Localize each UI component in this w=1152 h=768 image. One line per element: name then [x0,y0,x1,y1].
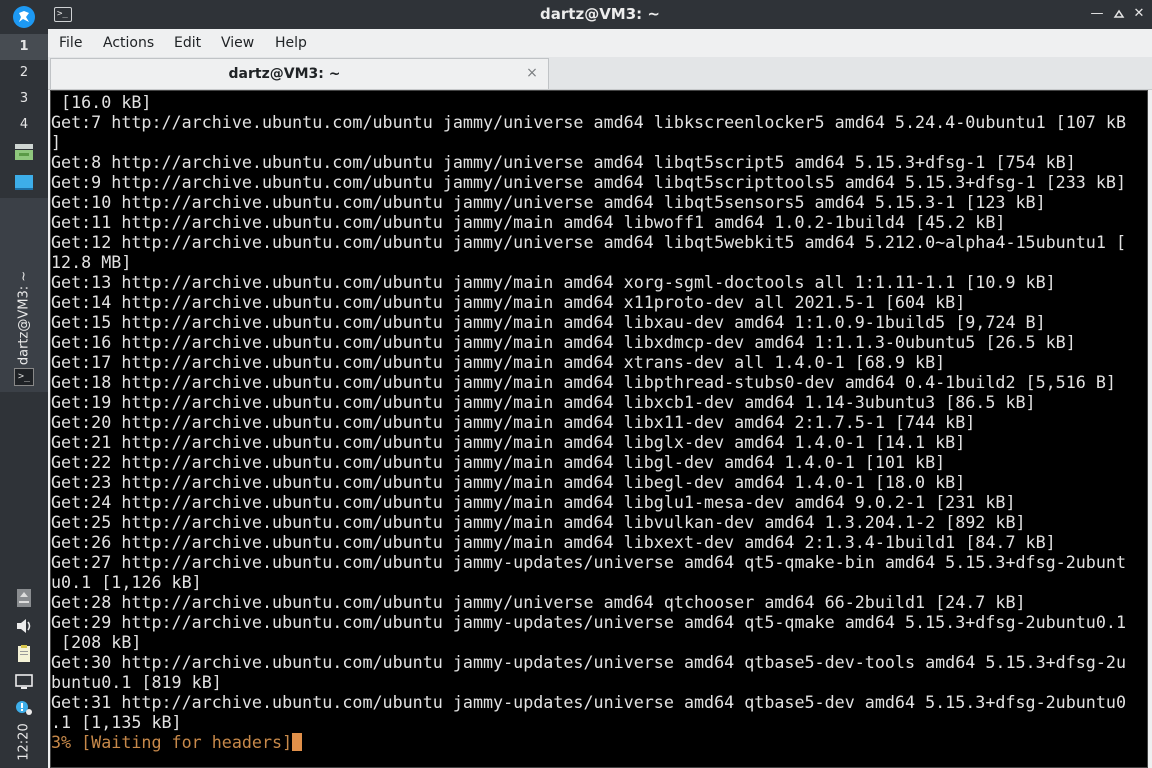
terminal-cursor [292,733,303,751]
workspace-3[interactable]: 3 [0,86,48,112]
terminal-line: Get:21 http://archive.ubuntu.com/ubuntu … [51,432,966,452]
terminal-line: Get:27 http://archive.ubuntu.com/ubuntu … [51,552,1126,572]
network-icon[interactable] [13,672,35,692]
menu-file[interactable]: File [57,29,84,57]
clock[interactable]: 12:20 [17,723,32,760]
title-bar[interactable]: >_ dartz@VM3: ~ — ✕ [48,0,1152,29]
terminal-line: Get:13 http://archive.ubuntu.com/ubuntu … [51,272,1056,292]
terminal-line: Get:15 http://archive.ubuntu.com/ubuntu … [51,312,1046,332]
terminal-line: u0.1 [1,126 kB] [51,572,202,592]
maximize-icon[interactable] [1110,5,1128,23]
tab-close-icon[interactable]: × [524,65,540,81]
terminal-line: Get:7 http://archive.ubuntu.com/ubuntu j… [51,112,1126,132]
close-icon[interactable]: ✕ [1130,5,1148,23]
taskbar-window-label: dartz@VM3: ~ [16,270,32,366]
side-panel: 1 2 3 4 dartz@VM3: ~ >_ 12:20 [0,0,48,768]
terminal-line: Get:10 http://archive.ubuntu.com/ubuntu … [51,192,1046,212]
terminal-window: >_ dartz@VM3: ~ — ✕ File Actions Edit Vi… [48,0,1152,768]
terminal-line: 12.8 MB] [51,252,132,272]
terminal-line: Get:18 http://archive.ubuntu.com/ubuntu … [51,372,1116,392]
removable-drive-icon[interactable] [13,588,35,608]
terminal-line: [208 kB] [61,632,142,652]
menu-actions[interactable]: Actions [101,29,156,57]
menu-help[interactable]: Help [273,29,309,57]
terminal-line: Get:24 http://archive.ubuntu.com/ubuntu … [51,492,1016,512]
terminal-line: Get:9 http://archive.ubuntu.com/ubuntu j… [51,172,1126,192]
menu-view[interactable]: View [219,29,256,57]
terminal-line: Get:11 http://archive.ubuntu.com/ubuntu … [51,212,1006,232]
terminal-line: Get:23 http://archive.ubuntu.com/ubuntu … [51,472,966,492]
tab-terminal[interactable]: dartz@VM3: ~ × [50,58,549,89]
desktop-icon[interactable] [13,172,35,192]
menu-bar: File Actions Edit View Help [48,29,1152,57]
window-title: dartz@VM3: ~ [540,5,660,23]
workspace-2[interactable]: 2 [0,60,48,86]
terminal-line: .1 [1,135 kB] [51,712,182,732]
terminal-line: Get:19 http://archive.ubuntu.com/ubuntu … [51,392,1036,412]
clipboard-icon[interactable] [13,644,35,664]
terminal-line: Get:28 http://archive.ubuntu.com/ubuntu … [51,592,1026,612]
workspace-1[interactable]: 1 [0,34,48,60]
terminal-line: Get:25 http://archive.ubuntu.com/ubuntu … [51,512,1026,532]
terminal-line: ] [51,132,62,152]
taskbar-window-button[interactable]: dartz@VM3: ~ >_ [0,198,48,392]
file-manager-icon[interactable] [13,142,35,162]
terminal-line: Get:14 http://archive.ubuntu.com/ubuntu … [51,292,966,312]
notification-icon[interactable] [13,698,35,718]
volume-icon[interactable] [13,616,35,636]
terminal-line: Get:16 http://archive.ubuntu.com/ubuntu … [51,332,1076,352]
minimize-icon[interactable]: — [1088,5,1106,23]
terminal-line: Get:26 http://archive.ubuntu.com/ubuntu … [51,532,1056,552]
workspace-4[interactable]: 4 [0,112,48,138]
terminal-text: [16.0 kB] Get:7 http://archive.ubuntu.co… [51,91,1147,752]
terminal-icon: >_ [14,368,34,386]
terminal-status-line: 3% [Waiting for headers] [51,732,293,752]
terminal-line: Get:20 http://archive.ubuntu.com/ubuntu … [51,412,976,432]
terminal-output[interactable]: [16.0 kB] Get:7 http://archive.ubuntu.co… [50,90,1148,768]
terminal-line: buntu0.1 [819 kB] [51,672,222,692]
terminal-line: [16.0 kB] [61,92,152,112]
tab-title: dartz@VM3: ~ [228,66,341,82]
terminal-line: Get:31 http://archive.ubuntu.com/ubuntu … [51,692,1126,712]
start-menu-icon[interactable] [11,4,37,30]
terminal-line: Get:30 http://archive.ubuntu.com/ubuntu … [51,652,1126,672]
menu-edit[interactable]: Edit [172,29,203,57]
terminal-line: Get:17 http://archive.ubuntu.com/ubuntu … [51,352,946,372]
tab-bar: dartz@VM3: ~ × [48,57,1152,90]
terminal-line: Get:8 http://archive.ubuntu.com/ubuntu j… [51,152,1076,172]
terminal-line: Get:29 http://archive.ubuntu.com/ubuntu … [51,612,1126,632]
terminal-line: Get:12 http://archive.ubuntu.com/ubuntu … [51,232,1126,252]
terminal-lines: [16.0 kB] Get:7 http://archive.ubuntu.co… [51,92,1126,732]
terminal-line: Get:22 http://archive.ubuntu.com/ubuntu … [51,452,946,472]
